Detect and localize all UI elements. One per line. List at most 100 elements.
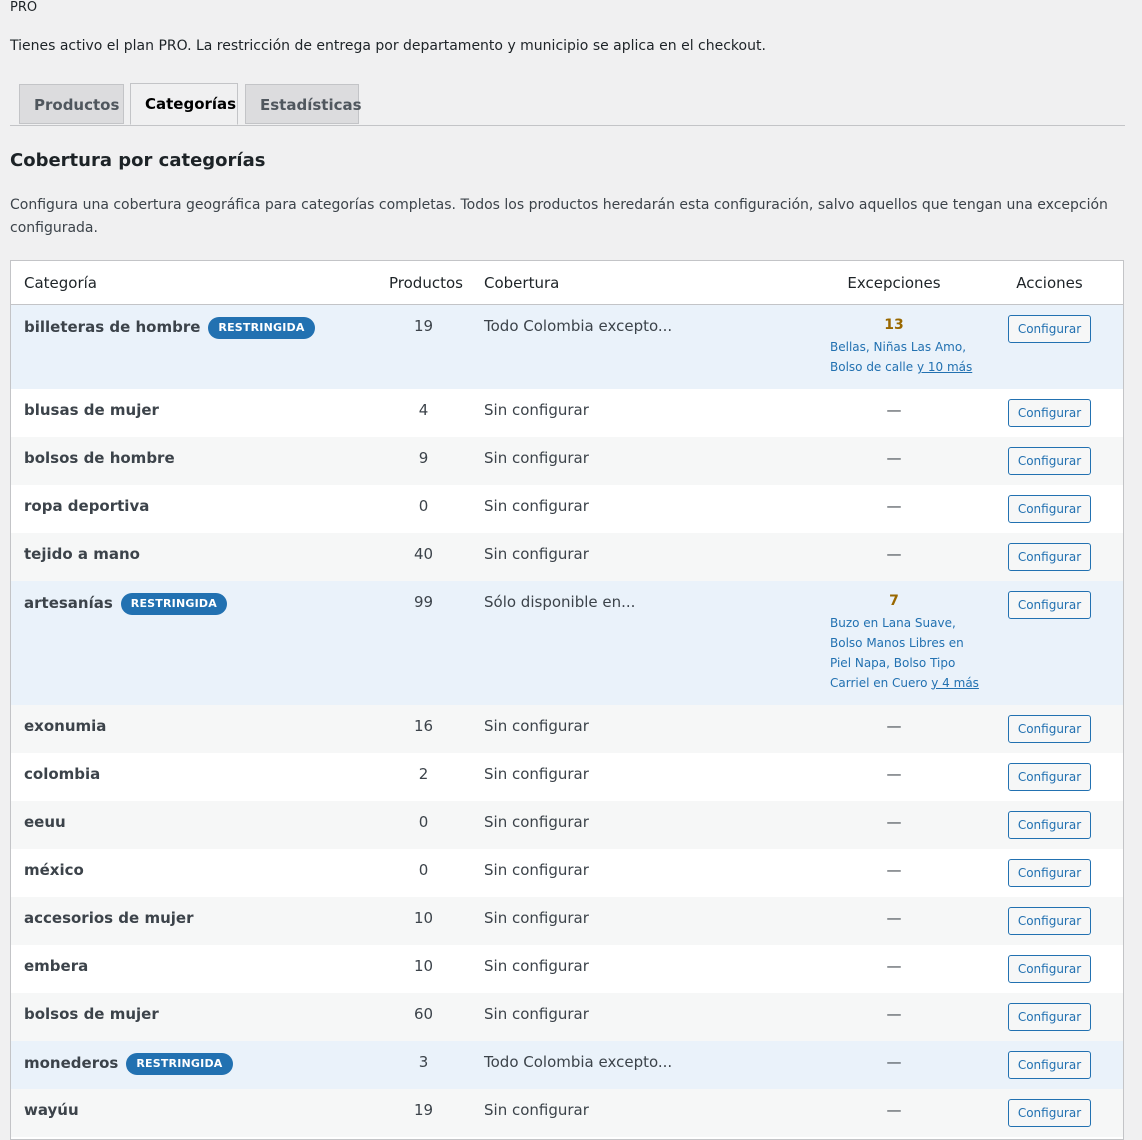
configure-button[interactable]: Configurar xyxy=(1007,590,1092,619)
exceptions-more-link[interactable]: y 10 más xyxy=(917,360,972,374)
exceptions-empty: — xyxy=(886,812,902,831)
configure-button[interactable]: Configurar xyxy=(1007,446,1092,475)
table-row: monederos RESTRINGIDA 3 Todo Colombia excep… xyxy=(11,1040,1123,1089)
table-row: ropa deportiva 0 Sin configurar — Configurar xyxy=(11,485,1123,533)
restricted-badge: RESTRINGIDA xyxy=(126,1052,233,1075)
product-count: 0 xyxy=(418,812,429,831)
exceptions-cell: 7 Buzo en Lana Suave, Bolso Manos Libres … xyxy=(814,581,979,705)
exceptions-cell: — xyxy=(814,897,974,945)
coverage-cell: Sin configurar xyxy=(484,1004,589,1023)
exceptions-cell: — xyxy=(814,485,974,533)
product-count: 40 xyxy=(413,544,434,563)
configure-button[interactable]: Configurar xyxy=(1007,714,1092,743)
category-name: bolsos de mujer xyxy=(24,1004,159,1023)
exceptions-empty: — xyxy=(886,1052,902,1071)
tab-estadisticas[interactable]: Estadísticas xyxy=(245,84,362,124)
configure-button[interactable]: Configurar xyxy=(1007,810,1092,839)
configure-button[interactable]: Configurar xyxy=(1007,542,1092,571)
configure-button[interactable]: Configurar xyxy=(1007,762,1092,791)
exceptions-cell: — xyxy=(814,1089,974,1137)
table-row: embera 10 Sin configurar — Configurar xyxy=(11,945,1123,993)
exceptions-cell: — xyxy=(814,1041,974,1089)
category-name: exonumia xyxy=(24,716,107,735)
coverage-cell: Sin configurar xyxy=(484,496,589,515)
configure-button[interactable]: Configurar xyxy=(1007,906,1092,935)
product-count: 0 xyxy=(418,860,429,879)
table-body: billeteras de hombre RESTRINGIDA 19 Todo Co… xyxy=(11,304,1123,1137)
category-name: accesorios de mujer xyxy=(24,908,194,927)
category-name: artesanías xyxy=(24,593,113,612)
table-row: bolsos de mujer 60 Sin configurar — Configur… xyxy=(11,992,1123,1041)
tab-productos[interactable]: Productos xyxy=(19,84,124,124)
exceptions-empty: — xyxy=(886,1100,902,1119)
column-header-coverage: Cobertura xyxy=(471,261,814,305)
section-title: Cobertura por categorías xyxy=(10,150,266,171)
actions-cell: Configurar xyxy=(974,705,1123,753)
configure-button[interactable]: Configurar xyxy=(1007,858,1092,887)
category-name: méxico xyxy=(24,860,84,879)
table-row: billeteras de hombre RESTRINGIDA 19 Todo Co… xyxy=(11,304,1123,389)
category-name: blusas de mujer xyxy=(24,400,159,419)
table-row: wayúu 19 Sin configurar — Configurar xyxy=(11,1088,1123,1137)
category-cell: billeteras de hombre RESTRINGIDA xyxy=(11,305,376,389)
table-row: artesanías RESTRINGIDA 99 Sólo disponible e… xyxy=(11,580,1123,705)
coverage-cell: Todo Colombia excepto... xyxy=(484,1052,673,1071)
tab-categorias[interactable]: Categorías xyxy=(130,83,238,125)
table-row: exonumia 16 Sin configurar — Configurar xyxy=(11,704,1123,753)
category-cell: monederos RESTRINGIDA xyxy=(11,1041,376,1089)
product-count: 60 xyxy=(413,1004,434,1023)
tab-bar: Productos Categorías Estadísticas xyxy=(10,83,1125,126)
category-cell: bolsos de hombre xyxy=(11,437,376,485)
exceptions-count: 13 xyxy=(884,317,904,333)
exceptions-more-link[interactable]: y 4 más xyxy=(931,676,979,690)
plan-label: PRO xyxy=(10,0,38,15)
exceptions-empty: — xyxy=(886,400,902,419)
plan-notice: Tienes activo el plan PRO. La restricció… xyxy=(10,38,766,54)
configure-button[interactable]: Configurar xyxy=(1007,398,1092,427)
product-count: 2 xyxy=(418,764,429,783)
actions-cell: Configurar xyxy=(974,533,1123,581)
exceptions-empty: — xyxy=(886,496,902,515)
exceptions-empty: — xyxy=(886,860,902,879)
exceptions-cell: — xyxy=(814,533,974,581)
exceptions-empty: — xyxy=(886,1004,902,1023)
table-row: blusas de mujer 4 Sin configurar — Configura… xyxy=(11,389,1123,437)
actions-cell: Configurar xyxy=(974,485,1123,533)
configure-button[interactable]: Configurar xyxy=(1007,494,1092,523)
category-cell: embera xyxy=(11,945,376,993)
exceptions-empty: — xyxy=(886,908,902,927)
category-name: eeuu xyxy=(24,812,66,831)
exceptions-empty: — xyxy=(886,716,902,735)
configure-button[interactable]: Configurar xyxy=(1007,1050,1092,1079)
category-cell: méxico xyxy=(11,849,376,897)
exceptions-list: Buzo en Lana Suave, Bolso Manos Libres e… xyxy=(830,613,980,693)
actions-cell: Configurar xyxy=(974,305,1123,389)
exceptions-cell: — xyxy=(814,801,974,849)
exceptions-cell: — xyxy=(814,849,974,897)
configure-button[interactable]: Configurar xyxy=(1007,315,1092,343)
exceptions-cell: — xyxy=(814,705,974,753)
actions-cell: Configurar xyxy=(974,897,1123,945)
category-name: bolsos de hombre xyxy=(24,448,175,467)
configure-button[interactable]: Configurar xyxy=(1007,954,1092,983)
coverage-cell: Todo Colombia excepto... xyxy=(484,317,673,335)
table-row: bolsos de hombre 9 Sin configurar — Configur… xyxy=(11,436,1123,485)
exceptions-count: 7 xyxy=(889,592,899,609)
coverage-cell: Sin configurar xyxy=(484,448,589,467)
column-header-exceptions: Excepciones xyxy=(814,261,974,305)
category-cell: ropa deportiva xyxy=(11,485,376,533)
exceptions-cell: — xyxy=(814,389,974,437)
category-name: ropa deportiva xyxy=(24,496,150,515)
configure-button[interactable]: Configurar xyxy=(1007,1002,1092,1031)
product-count: 0 xyxy=(418,496,429,515)
actions-cell: Configurar xyxy=(974,1041,1123,1089)
actions-cell: Configurar xyxy=(974,1089,1123,1137)
restricted-badge: RESTRINGIDA xyxy=(120,592,227,615)
exceptions-cell: 13 Bellas, Niñas Las Amo, Bolso de calle … xyxy=(814,305,974,389)
category-name: monederos xyxy=(24,1053,119,1072)
coverage-cell: Sin configurar xyxy=(484,764,589,783)
product-count: 3 xyxy=(418,1052,429,1071)
configure-button[interactable]: Configurar xyxy=(1007,1098,1092,1127)
coverage-cell: Sin configurar xyxy=(484,956,589,975)
product-count: 99 xyxy=(413,592,434,611)
